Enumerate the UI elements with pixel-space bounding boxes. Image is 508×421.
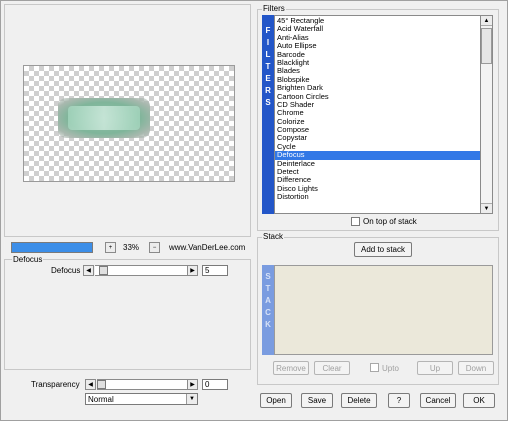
filter-list-item[interactable]: Compose — [275, 126, 480, 134]
scroll-down-button[interactable]: ▼ — [481, 203, 492, 213]
defocus-slider-thumb[interactable] — [99, 266, 109, 275]
filter-list-item[interactable]: Difference — [275, 176, 480, 184]
filter-list-item[interactable]: Deinterlace — [275, 160, 480, 168]
zoom-out-button[interactable]: − — [149, 242, 160, 253]
transparency-slider-thumb[interactable] — [97, 380, 106, 389]
filter-list-item[interactable]: Detect — [275, 168, 480, 176]
filter-list-item[interactable]: Copystar — [275, 134, 480, 142]
side-letter: S — [265, 98, 271, 107]
help-button[interactable]: ? — [388, 393, 410, 408]
filter-list-item[interactable]: 45° Rectangle — [275, 17, 480, 25]
on-top-label: On top of stack — [363, 217, 417, 226]
side-letter: R — [265, 86, 271, 95]
progress-bar — [11, 242, 93, 253]
stack-side-panel: STACK — [262, 265, 274, 355]
filter-list-item[interactable]: Chrome — [275, 109, 480, 117]
side-letter: A — [265, 296, 271, 305]
filter-list-item[interactable]: Brighten Dark — [275, 84, 480, 92]
defocus-group-label: Defocus — [12, 255, 44, 264]
defocus-param-label: Defocus — [51, 266, 81, 275]
cancel-button[interactable]: Cancel — [420, 393, 456, 408]
scroll-up-button[interactable]: ▲ — [481, 16, 492, 26]
filters-side-panel: FILTERS — [262, 15, 274, 214]
transparency-decrease-button[interactable]: ◀ — [85, 379, 96, 390]
scroll-thumb[interactable] — [481, 28, 492, 64]
filter-list-item[interactable]: Defocus — [275, 151, 480, 160]
side-letter: I — [266, 38, 270, 47]
filter-list-item[interactable]: Blobspike — [275, 76, 480, 84]
filter-list-item[interactable]: Barcode — [275, 51, 480, 59]
on-top-checkbox[interactable] — [351, 217, 360, 226]
defocus-increase-button[interactable]: ▶ — [187, 265, 198, 276]
filter-list-item[interactable]: Disco Lights — [275, 185, 480, 193]
filter-list-item[interactable]: CD Shader — [275, 101, 480, 109]
preview-canvas[interactable] — [23, 65, 235, 182]
defocus-value-field[interactable]: 5 — [202, 265, 228, 276]
transparency-label: Transparency — [31, 380, 80, 389]
transparency-value-field[interactable]: 0 — [202, 379, 228, 390]
filter-list-item[interactable]: Cycle — [275, 143, 480, 151]
side-letter: F — [265, 26, 271, 35]
filter-list-item[interactable]: Blacklight — [275, 59, 480, 67]
blend-mode-select[interactable]: Normal ▼ — [85, 393, 198, 405]
filters-scrollbar[interactable]: ▲ ▼ — [481, 15, 493, 214]
save-button[interactable]: Save — [301, 393, 333, 408]
filter-list-item[interactable]: Blades — [275, 67, 480, 75]
upto-checkbox[interactable] — [370, 363, 379, 372]
filter-list-item[interactable]: Acid Waterfall — [275, 25, 480, 33]
filters-group-label: Filters — [262, 4, 286, 13]
clear-button[interactable]: Clear — [314, 361, 350, 375]
side-letter: T — [265, 284, 271, 293]
stack-side-label: STACK — [262, 271, 274, 331]
chevron-down-icon[interactable]: ▼ — [186, 394, 197, 404]
filter-list-item[interactable]: Cartoon Circles — [275, 93, 480, 101]
filters-list[interactable]: 45° Rectangle Acid Waterfall Anti-Alias Aut… — [274, 15, 481, 214]
upto-label: Upto — [382, 364, 399, 373]
stack-group-label: Stack — [262, 232, 285, 241]
filter-list-item[interactable]: Colorize — [275, 118, 480, 126]
up-button[interactable]: Up — [417, 361, 453, 375]
filter-list-item[interactable]: Auto Ellipse — [275, 42, 480, 50]
filter-list-item[interactable]: Distortion — [275, 193, 480, 201]
defocus-slider-track[interactable] — [95, 265, 187, 276]
preview-shape-highlight — [68, 106, 140, 130]
add-to-stack-button[interactable]: Add to stack — [354, 242, 412, 257]
blend-mode-value: Normal — [88, 395, 114, 404]
defocus-decrease-button[interactable]: ◀ — [83, 265, 94, 276]
transparency-slider-track[interactable] — [97, 379, 187, 390]
side-letter: S — [265, 272, 271, 281]
delete-button[interactable]: Delete — [341, 393, 377, 408]
side-letter: K — [265, 320, 271, 329]
ok-button[interactable]: OK — [463, 393, 495, 408]
stack-list[interactable] — [274, 265, 493, 355]
progress-fill — [12, 243, 92, 252]
zoom-level: 33% — [123, 243, 140, 252]
open-button[interactable]: Open — [260, 393, 292, 408]
side-letter: T — [265, 62, 271, 71]
filter-list-item[interactable]: Anti-Alias — [275, 34, 480, 42]
filters-side-label: FILTERS — [262, 25, 274, 109]
credit-link[interactable]: www.VanDerLee.com — [169, 243, 245, 252]
side-letter: L — [265, 50, 271, 59]
remove-button[interactable]: Remove — [273, 361, 309, 375]
down-button[interactable]: Down — [458, 361, 494, 375]
side-letter: C — [265, 308, 271, 317]
transparency-increase-button[interactable]: ▶ — [187, 379, 198, 390]
filter-dialog: + 33% − www.VanDerLee.com Defocus Defocu… — [0, 0, 508, 421]
side-letter: E — [265, 74, 271, 83]
zoom-in-button[interactable]: + — [105, 242, 116, 253]
